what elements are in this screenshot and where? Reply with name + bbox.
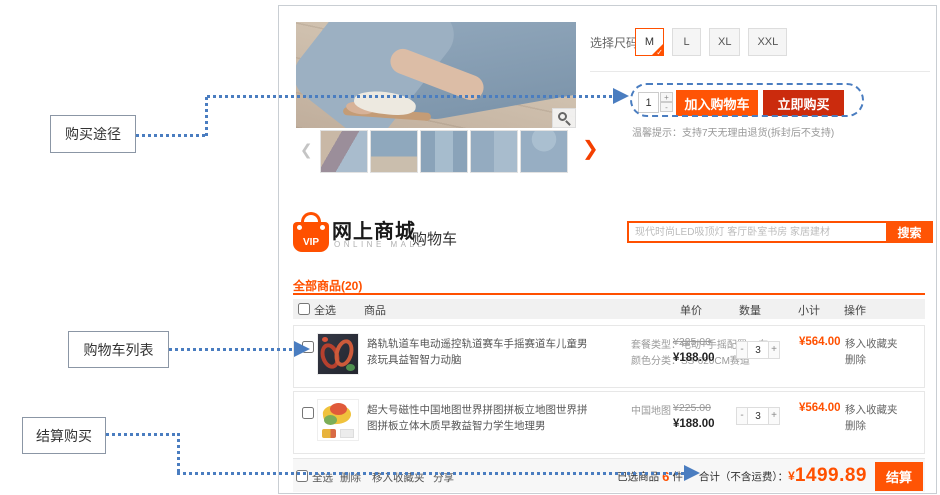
row-quantity-stepper: - 3 + (736, 341, 780, 359)
cart-row: 超大号磁性中国地图世界拼图拼板立地图世界拼 图拼板立体木质早教益智力学生地理男 … (293, 391, 925, 454)
current-price: ¥188.00 (673, 418, 715, 430)
product-thumbnail[interactable] (520, 130, 568, 173)
quantity-value: 3 (748, 407, 768, 425)
size-label: 选择尺码: (590, 34, 641, 51)
return-policy-tip: 温馨提示：支持7天无理由退货(拆封后不支持) (632, 124, 834, 139)
minus-button[interactable]: - (736, 407, 748, 425)
product-thumbnail[interactable] (470, 130, 518, 173)
minus-button[interactable]: - (736, 341, 748, 359)
select-all-checkbox[interactable] (298, 303, 310, 315)
annotation-dotted-line (106, 433, 180, 436)
selected-unit: 件 (672, 469, 683, 484)
size-option-xl[interactable]: XL (709, 28, 740, 56)
header-subtotal: 小计 (798, 302, 820, 318)
annotation-arrow-icon (294, 341, 310, 357)
annotation-dotted-line (177, 433, 180, 474)
original-price: ¥225.00 (673, 402, 711, 414)
plus-button[interactable]: + (768, 407, 780, 425)
annotation-arrow-icon (613, 88, 629, 104)
checkout-button[interactable]: 结算 (875, 462, 923, 491)
main-panel: ❮ ❯ 选择尺码: M ✓ L XL XXL + - (278, 5, 937, 494)
annotation-arrow-icon (684, 465, 700, 481)
section-underline (293, 293, 925, 295)
annotation-dotted-line (169, 348, 296, 351)
screenshot-canvas: ❮ ❯ 选择尺码: M ✓ L XL XXL + - (0, 0, 940, 495)
size-options: M ✓ L XL XXL (635, 28, 787, 56)
product-title[interactable]: 超大号磁性中国地图世界拼图拼板立地图世界拼 (367, 402, 588, 417)
current-price: ¥188.00 (673, 352, 715, 364)
header-product: 商品 (364, 302, 386, 318)
size-option-l[interactable]: L (672, 28, 701, 56)
annotation-dotted-line (207, 95, 614, 98)
selected-items-label: 已选商品 (617, 469, 659, 484)
size-option-xxl[interactable]: XXL (748, 28, 787, 56)
annotation-dotted-line (205, 97, 208, 137)
product-image-china-map[interactable] (317, 399, 359, 441)
annotation-dotted-line (136, 134, 207, 137)
annotation-cart-list: 购物车列表 (68, 331, 169, 368)
original-price: ¥225.00 (673, 336, 711, 348)
cart-section-title: 全部商品(20) (293, 277, 362, 294)
header-quantity: 数量 (739, 302, 761, 318)
row-subtotal: ¥564.00 (799, 402, 841, 414)
product-title[interactable]: 孩玩具益智智力动脑 (367, 352, 462, 367)
annotation-checkout: 结算购买 (22, 417, 106, 454)
annotation-dotted-line (177, 472, 686, 475)
move-to-favorites-link[interactable]: 移入收藏夹 (845, 402, 898, 417)
cart-footer-bar: 全选 删除 移入收藏夹 分享 已选商品 6 件 合计（不含运费）： ¥ 1499… (293, 458, 925, 492)
product-image-toy-track[interactable] (317, 333, 359, 375)
page-title: 购物车 (412, 228, 457, 249)
product-thumbnail[interactable] (320, 130, 368, 173)
quantity-value: 3 (748, 341, 768, 359)
row-subtotal: ¥564.00 (799, 336, 841, 348)
carousel-prev-icon[interactable]: ❮ (300, 141, 313, 159)
move-to-favorites-link[interactable]: 移入收藏夹 (845, 336, 898, 351)
product-spec: 中国地图 (631, 402, 671, 417)
header-unit-price: 单价 (680, 302, 702, 318)
vip-bag-logo-icon: VIP (293, 212, 329, 254)
size-option-m[interactable]: M ✓ (635, 28, 664, 56)
header-actions: 操作 (844, 302, 866, 318)
plus-button[interactable]: + (768, 341, 780, 359)
selected-count: 6 (662, 469, 669, 484)
thumbnail-strip (320, 130, 568, 173)
product-title[interactable]: 图拼板立体木质早教益智力学生地理男 (367, 418, 546, 433)
row-quantity-stepper: - 3 + (736, 407, 780, 425)
divider (590, 71, 930, 72)
total-label: 合计（不含运费）： (699, 469, 788, 484)
currency-symbol: ¥ (788, 469, 795, 483)
delete-link[interactable]: 删除 (845, 418, 866, 433)
search-button[interactable]: 搜索 (886, 221, 933, 243)
product-thumbnail[interactable] (420, 130, 468, 173)
search-input[interactable] (627, 221, 886, 243)
product-thumbnail[interactable] (370, 130, 418, 173)
search-bar: 搜索 (627, 221, 933, 243)
total-amount: 1499.89 (795, 465, 867, 487)
totals-summary: 已选商品 6 件 合计（不含运费）： ¥ 1499.89 (617, 459, 867, 493)
delete-link[interactable]: 删除 (845, 352, 866, 367)
magnifier-icon[interactable] (552, 108, 576, 128)
product-main-image (296, 22, 576, 128)
row-checkbox[interactable] (302, 407, 314, 419)
header-select-all: 全选 (314, 302, 336, 318)
annotation-highlight-rect (630, 83, 864, 117)
annotation-purchase-path: 购买途径 (50, 115, 136, 153)
cart-table-header: 全选 商品 单价 数量 小计 操作 (293, 299, 925, 319)
check-icon: ✓ (656, 48, 663, 57)
product-title[interactable]: 路轨轨道车电动遥控轨道赛车手摇赛道车儿童男 (367, 336, 588, 351)
carousel-next-icon[interactable]: ❯ (582, 136, 599, 161)
cart-row: 路轨轨道车电动遥控轨道赛车手摇赛道车儿童男 孩玩具益智智力动脑 套餐类型：电动+… (293, 325, 925, 388)
